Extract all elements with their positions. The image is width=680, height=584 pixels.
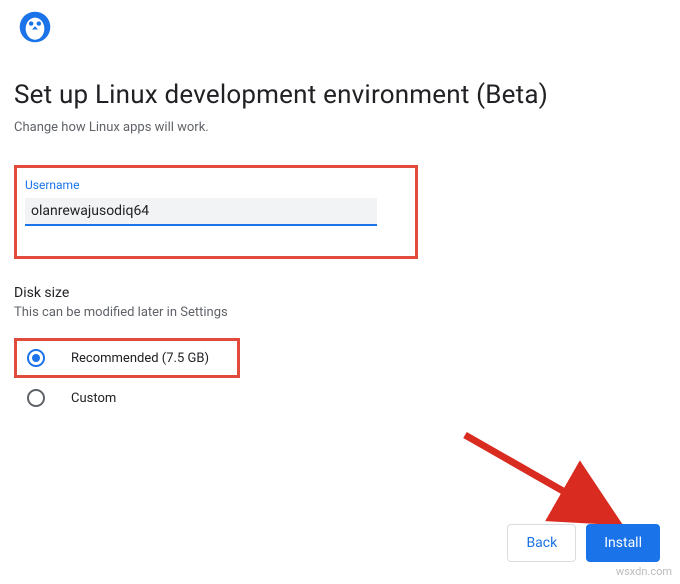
- username-input[interactable]: [25, 198, 377, 226]
- disk-size-recommended-label: Recommended (7.5 GB): [71, 351, 209, 366]
- username-field-group: Username: [14, 165, 418, 259]
- disk-size-option-custom[interactable]: Custom: [14, 378, 666, 418]
- radio-unselected-icon: [27, 389, 45, 407]
- page-subtitle: Change how Linux apps will work.: [14, 120, 666, 135]
- page-title: Set up Linux development environment (Be…: [14, 80, 666, 110]
- penguin-icon: [18, 10, 52, 48]
- watermark-text: wsxdn.com: [616, 565, 672, 578]
- disk-size-hint: This can be modified later in Settings: [14, 305, 666, 320]
- username-label: Username: [25, 178, 407, 192]
- install-button[interactable]: Install: [586, 524, 660, 562]
- disk-size-label: Disk size: [14, 285, 666, 301]
- back-button[interactable]: Back: [507, 524, 576, 562]
- disk-size-option-recommended[interactable]: Recommended (7.5 GB): [14, 338, 240, 378]
- radio-selected-icon: [27, 349, 45, 367]
- disk-size-custom-label: Custom: [71, 391, 116, 406]
